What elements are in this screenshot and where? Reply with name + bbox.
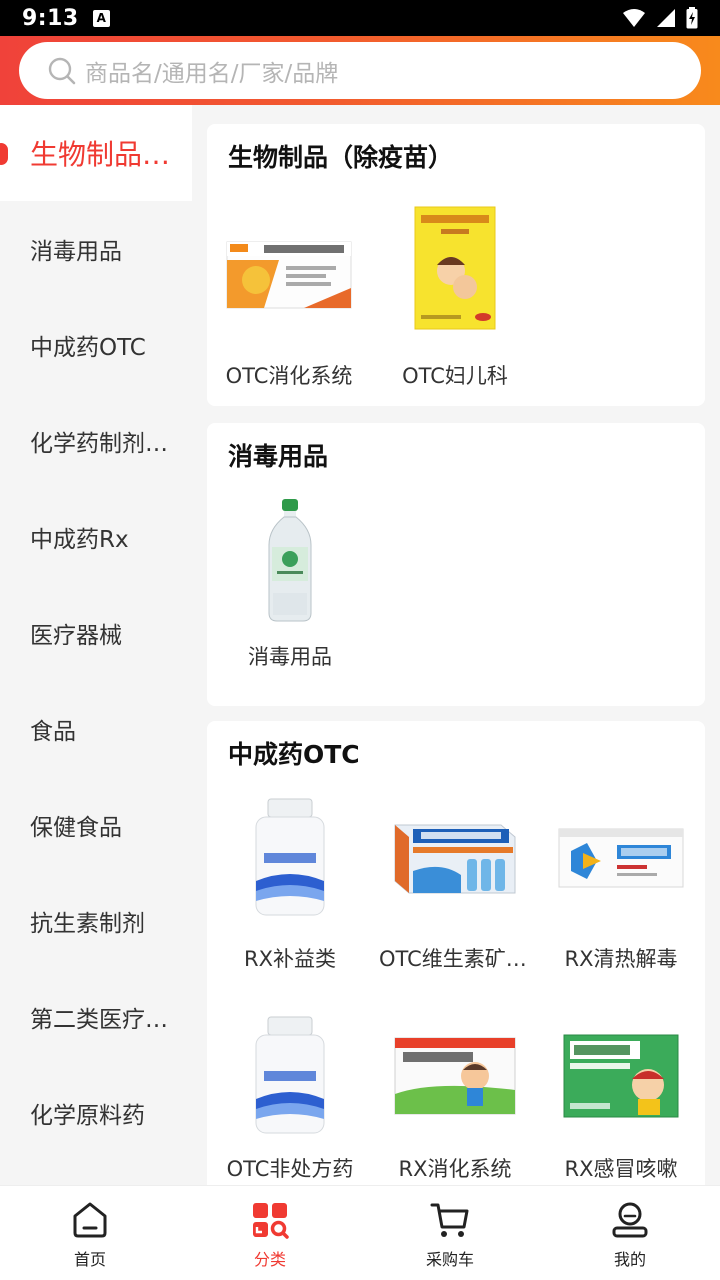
sidebar-item-label: 消毒用品 bbox=[30, 239, 122, 265]
search-header: 商品名/通用名/厂家/品牌 bbox=[0, 36, 720, 105]
nav-profile[interactable]: 我的 bbox=[540, 1186, 720, 1280]
nav-label: 我的 bbox=[613, 1250, 646, 1269]
search-placeholder: 商品名/通用名/厂家/品牌 bbox=[85, 60, 339, 87]
home-icon bbox=[70, 1200, 110, 1240]
sidebar-item-label: 食品 bbox=[30, 719, 76, 745]
product-item[interactable]: OTC非处方药 bbox=[208, 1011, 372, 1183]
sidebar-item-health-food[interactable]: 保健食品 bbox=[0, 777, 192, 873]
nav-home[interactable]: 首页 bbox=[0, 1186, 180, 1280]
nav-label: 首页 bbox=[73, 1250, 106, 1269]
status-time: 9:13 bbox=[22, 5, 79, 31]
product-image bbox=[225, 1011, 355, 1141]
category-sidebar: 生物制品（除疫苗） 消毒用品 中成药OTC 化学药制剂OTC 中成药Rx 医疗器… bbox=[0, 105, 192, 1185]
section-title: 消毒用品 bbox=[228, 442, 329, 471]
product-label: OTC消化系统 bbox=[225, 364, 353, 388]
nav-category[interactable]: 分类 bbox=[180, 1186, 360, 1280]
product-image bbox=[390, 1011, 520, 1141]
sidebar-item-label: 抗生素制剂 bbox=[30, 911, 145, 937]
sidebar-item-label: 保健食品 bbox=[30, 815, 122, 841]
sidebar-item-class2-devices[interactable]: 第二类医疗器械 bbox=[0, 969, 192, 1065]
profile-icon bbox=[610, 1200, 650, 1240]
product-label: OTC非处方药 bbox=[226, 1157, 354, 1181]
section-bio-products: 生物制品（除疫苗） OTC消化系统 OTC妇儿科 bbox=[207, 124, 705, 406]
section-disinfection: 消毒用品 消毒用品 bbox=[207, 423, 705, 706]
nav-label: 分类 bbox=[253, 1250, 286, 1269]
product-label: OTC妇儿科 bbox=[402, 364, 508, 388]
status-bar: 9:13 A bbox=[0, 0, 720, 36]
product-image bbox=[225, 495, 355, 625]
sidebar-item-tcm-otc[interactable]: 中成药OTC bbox=[0, 297, 192, 393]
product-label: RX补益类 bbox=[244, 947, 336, 971]
category-icon bbox=[250, 1200, 290, 1240]
search-icon bbox=[47, 56, 77, 86]
sidebar-item-medical-devices[interactable]: 医疗器械 bbox=[0, 585, 192, 681]
product-item[interactable]: OTC妇儿科 bbox=[373, 196, 537, 390]
sidebar-item-food[interactable]: 食品 bbox=[0, 681, 192, 777]
product-label: OTC维生素矿物质 bbox=[379, 947, 537, 971]
product-image bbox=[225, 793, 355, 923]
section-title: 生物制品（除疫苗） bbox=[228, 143, 454, 172]
sidebar-item-label: 化学原料药 bbox=[30, 1103, 145, 1129]
product-label: RX消化系统 bbox=[398, 1157, 512, 1181]
product-label: RX清热解毒 bbox=[564, 947, 678, 971]
section-title: 中成药OTC bbox=[228, 740, 360, 769]
product-item[interactable]: RX补益类 bbox=[208, 793, 372, 973]
sidebar-item-chemical-raw[interactable]: 化学原料药 bbox=[0, 1065, 192, 1161]
sidebar-item-bio-products[interactable]: 生物制品（除疫苗） bbox=[0, 105, 192, 201]
bottom-nav: 首页 分类 采购车 我的 bbox=[0, 1185, 720, 1280]
product-item[interactable]: 消毒用品 bbox=[208, 495, 372, 671]
sidebar-item-label: 中成药OTC bbox=[30, 335, 146, 361]
cart-icon bbox=[430, 1200, 470, 1240]
signal-icon bbox=[657, 9, 675, 27]
product-image bbox=[556, 1011, 686, 1141]
product-label: 消毒用品 bbox=[248, 645, 332, 669]
search-input[interactable]: 商品名/通用名/厂家/品牌 bbox=[19, 42, 701, 99]
product-label: RX感冒咳嗽 bbox=[564, 1157, 678, 1181]
sidebar-item-disinfection[interactable]: 消毒用品 bbox=[0, 201, 192, 297]
sidebar-item-antibiotics[interactable]: 抗生素制剂 bbox=[0, 873, 192, 969]
wifi-icon bbox=[623, 9, 645, 27]
sidebar-item-label: 生物制品（除疫苗） bbox=[30, 138, 182, 171]
notification-icon: A bbox=[92, 9, 110, 27]
nav-label: 采购车 bbox=[425, 1250, 474, 1269]
product-image bbox=[390, 196, 520, 340]
product-item[interactable]: RX消化系统 bbox=[373, 1011, 537, 1183]
product-image bbox=[224, 210, 354, 340]
sidebar-item-label: 第二类医疗器械 bbox=[30, 1007, 182, 1033]
product-item[interactable]: RX清热解毒 bbox=[539, 793, 703, 973]
product-item[interactable]: RX感冒咳嗽 bbox=[539, 1011, 703, 1183]
sidebar-item-label: 中成药Rx bbox=[30, 527, 129, 553]
product-item[interactable]: OTC维生素矿物质 bbox=[373, 793, 537, 973]
section-tcm-otc: 中成药OTC RX补益类 OTC维生素矿物质 RX清热解毒 OTC非处方药 RX… bbox=[207, 721, 705, 1185]
sidebar-item-tcm-rx[interactable]: 中成药Rx bbox=[0, 489, 192, 585]
sidebar-item-label: 医疗器械 bbox=[30, 623, 122, 649]
sidebar-item-label: 化学药制剂OTC bbox=[30, 431, 182, 457]
product-item[interactable]: OTC消化系统 bbox=[207, 210, 371, 390]
sidebar-item-chemical-otc[interactable]: 化学药制剂OTC bbox=[0, 393, 192, 489]
product-image bbox=[390, 793, 520, 923]
product-image bbox=[556, 793, 686, 923]
status-indicators bbox=[622, 7, 698, 29]
category-content: 生物制品（除疫苗） OTC消化系统 OTC妇儿科 消毒用品 消毒用品 中成药OT… bbox=[192, 105, 720, 1185]
battery-icon bbox=[686, 7, 698, 29]
nav-cart[interactable]: 采购车 bbox=[360, 1186, 540, 1280]
